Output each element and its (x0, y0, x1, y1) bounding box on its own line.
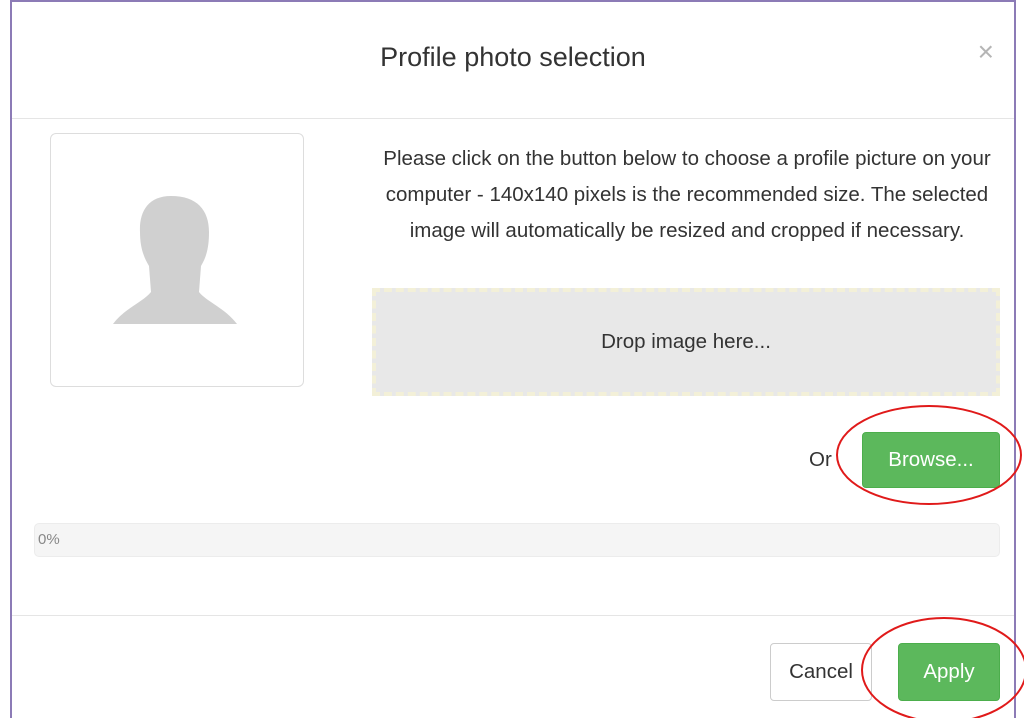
or-label: Or (809, 448, 832, 471)
dialog-title: Profile photo selection (380, 42, 646, 72)
avatar-preview (50, 133, 304, 387)
image-dropzone[interactable]: Drop image here... (372, 288, 1000, 396)
browse-button[interactable]: Browse... (862, 432, 1000, 488)
cancel-button[interactable]: Cancel (770, 643, 872, 701)
apply-button[interactable]: Apply (898, 643, 1000, 701)
footer-divider (12, 615, 1014, 616)
instructions-text: Please click on the button below to choo… (383, 147, 991, 242)
close-icon[interactable]: × (978, 38, 994, 66)
user-silhouette-icon (113, 196, 237, 324)
dropzone-label: Drop image here... (601, 330, 771, 353)
progress-label: 0% (38, 531, 60, 548)
profile-photo-dialog: Profile photo selection × Please click o… (10, 0, 1016, 718)
header-divider (12, 118, 1014, 119)
dialog-header: Profile photo selection × (12, 2, 1014, 118)
upload-progress-bar: 0% (34, 523, 1000, 557)
